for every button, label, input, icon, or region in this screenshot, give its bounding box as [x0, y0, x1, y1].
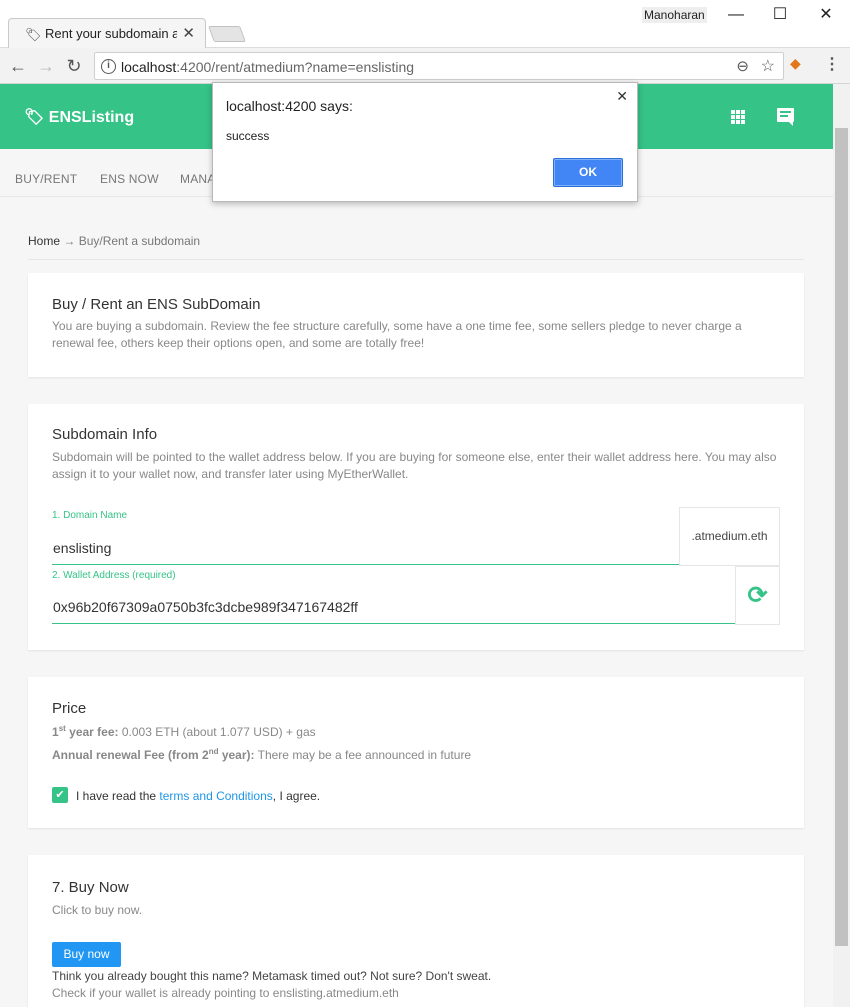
apps-grid-icon[interactable]: [731, 110, 745, 124]
bookmark-star-icon[interactable]: ☆: [761, 56, 775, 76]
check-wallet-link[interactable]: Check if your wallet is already pointing…: [52, 985, 782, 1002]
wallet-address-label: 2. Wallet Address (required): [52, 570, 176, 581]
browser-titlebar: 🏷 Rent your subdomain at ✕ Manoharan — ☐…: [0, 0, 850, 48]
chat-icon[interactable]: [777, 108, 794, 126]
dialog-close-icon[interactable]: ✕: [616, 88, 628, 105]
buy-now-button[interactable]: Buy now: [52, 942, 121, 967]
subdomain-info-card: Subdomain Info Subdomain will be pointed…: [28, 404, 804, 650]
new-tab-button[interactable]: [208, 26, 246, 42]
dialog-ok-button[interactable]: OK: [553, 158, 623, 187]
intro-description: You are buying a subdomain. Review the f…: [52, 319, 742, 350]
breadcrumb-home[interactable]: Home: [28, 234, 60, 248]
maximize-icon[interactable]: ☐: [768, 4, 792, 26]
alert-dialog: localhost:4200 says: ✕ success OK: [212, 82, 638, 202]
nav-manage[interactable]: MANA: [180, 172, 215, 186]
forward-icon[interactable]: →: [34, 54, 58, 78]
subdomain-info-title: Subdomain Info: [52, 426, 158, 443]
intro-title: Buy / Rent an ENS SubDomain: [52, 296, 261, 313]
price-card: Price 1st year fee: 0.003 ETH (about 1.0…: [28, 677, 804, 828]
domain-suffix: .atmedium.eth: [679, 507, 780, 566]
page-viewport: 🏷 ENSListing BUY/RENT ENS NOW MANA Home …: [0, 84, 833, 1007]
breadcrumb-current: Buy/Rent a subdomain: [78, 234, 201, 248]
agree-checkbox[interactable]: ✔: [52, 787, 68, 803]
breadcrumb-arrow: →: [63, 234, 76, 248]
renewal-fee: Annual renewal Fee (from 2nd year): Ther…: [52, 747, 472, 762]
tab-close-icon[interactable]: ✕: [182, 24, 195, 42]
buy-note: Think you already bought this name? Meta…: [52, 969, 492, 983]
profile-name[interactable]: Manoharan: [642, 7, 707, 23]
buy-card: 7. Buy Now Click to buy now. Buy now Thi…: [28, 855, 804, 1007]
nav-buy-rent[interactable]: BUY/RENT: [15, 172, 77, 186]
browser-toolbar: ← → ↻ i localhost:4200/rent/atmedium?nam…: [0, 48, 850, 84]
subdomain-info-description: Subdomain will be pointed to the wallet …: [52, 450, 777, 481]
refresh-wallet-icon[interactable]: ⟳: [735, 566, 780, 625]
tag-icon: 🏷: [24, 109, 49, 126]
first-year-fee: 1st year fee: 0.003 ETH (about 1.077 USD…: [52, 724, 316, 739]
dialog-title: localhost:4200 says:: [226, 98, 353, 114]
browser-menu-icon[interactable]: ⋮: [824, 54, 840, 74]
terms-link[interactable]: terms and Conditions: [159, 789, 272, 803]
reload-icon[interactable]: ↻: [62, 54, 86, 78]
brand-logo[interactable]: 🏷 ENSListing: [24, 107, 134, 127]
site-info-icon[interactable]: i: [101, 59, 116, 74]
buy-title: 7. Buy Now: [52, 879, 129, 896]
agree-text: I have read the terms and Conditions, I …: [76, 789, 321, 803]
price-title: Price: [52, 700, 87, 717]
tab-title: Rent your subdomain at: [45, 26, 177, 41]
metamask-extension-icon[interactable]: ◆: [790, 55, 801, 72]
back-icon[interactable]: ←: [6, 54, 30, 78]
scrollbar-thumb[interactable]: [835, 128, 848, 946]
url-text: localhost:4200/rent/atmedium?name=enslis…: [121, 59, 415, 75]
tag-icon: 🏷: [25, 27, 42, 42]
breadcrumb: Home → Buy/Rent a subdomain: [28, 234, 804, 260]
window-close-icon[interactable]: ✕: [814, 4, 838, 26]
zoom-icon[interactable]: ⊖: [736, 57, 749, 75]
wallet-address-input[interactable]: [52, 590, 735, 624]
address-bar[interactable]: i localhost:4200/rent/atmedium?name=ensl…: [94, 52, 784, 80]
browser-tab[interactable]: 🏷 Rent your subdomain at ✕: [8, 18, 206, 48]
domain-name-input[interactable]: [52, 531, 679, 565]
intro-card: Buy / Rent an ENS SubDomain You are buyi…: [28, 273, 804, 377]
buy-subtitle: Click to buy now.: [52, 903, 143, 917]
page-scrollbar[interactable]: [833, 84, 850, 1007]
domain-name-label: 1. Domain Name: [52, 510, 128, 521]
dialog-message: success: [226, 129, 270, 143]
minimize-icon[interactable]: —: [724, 4, 748, 26]
nav-ens-now[interactable]: ENS NOW: [100, 172, 159, 186]
